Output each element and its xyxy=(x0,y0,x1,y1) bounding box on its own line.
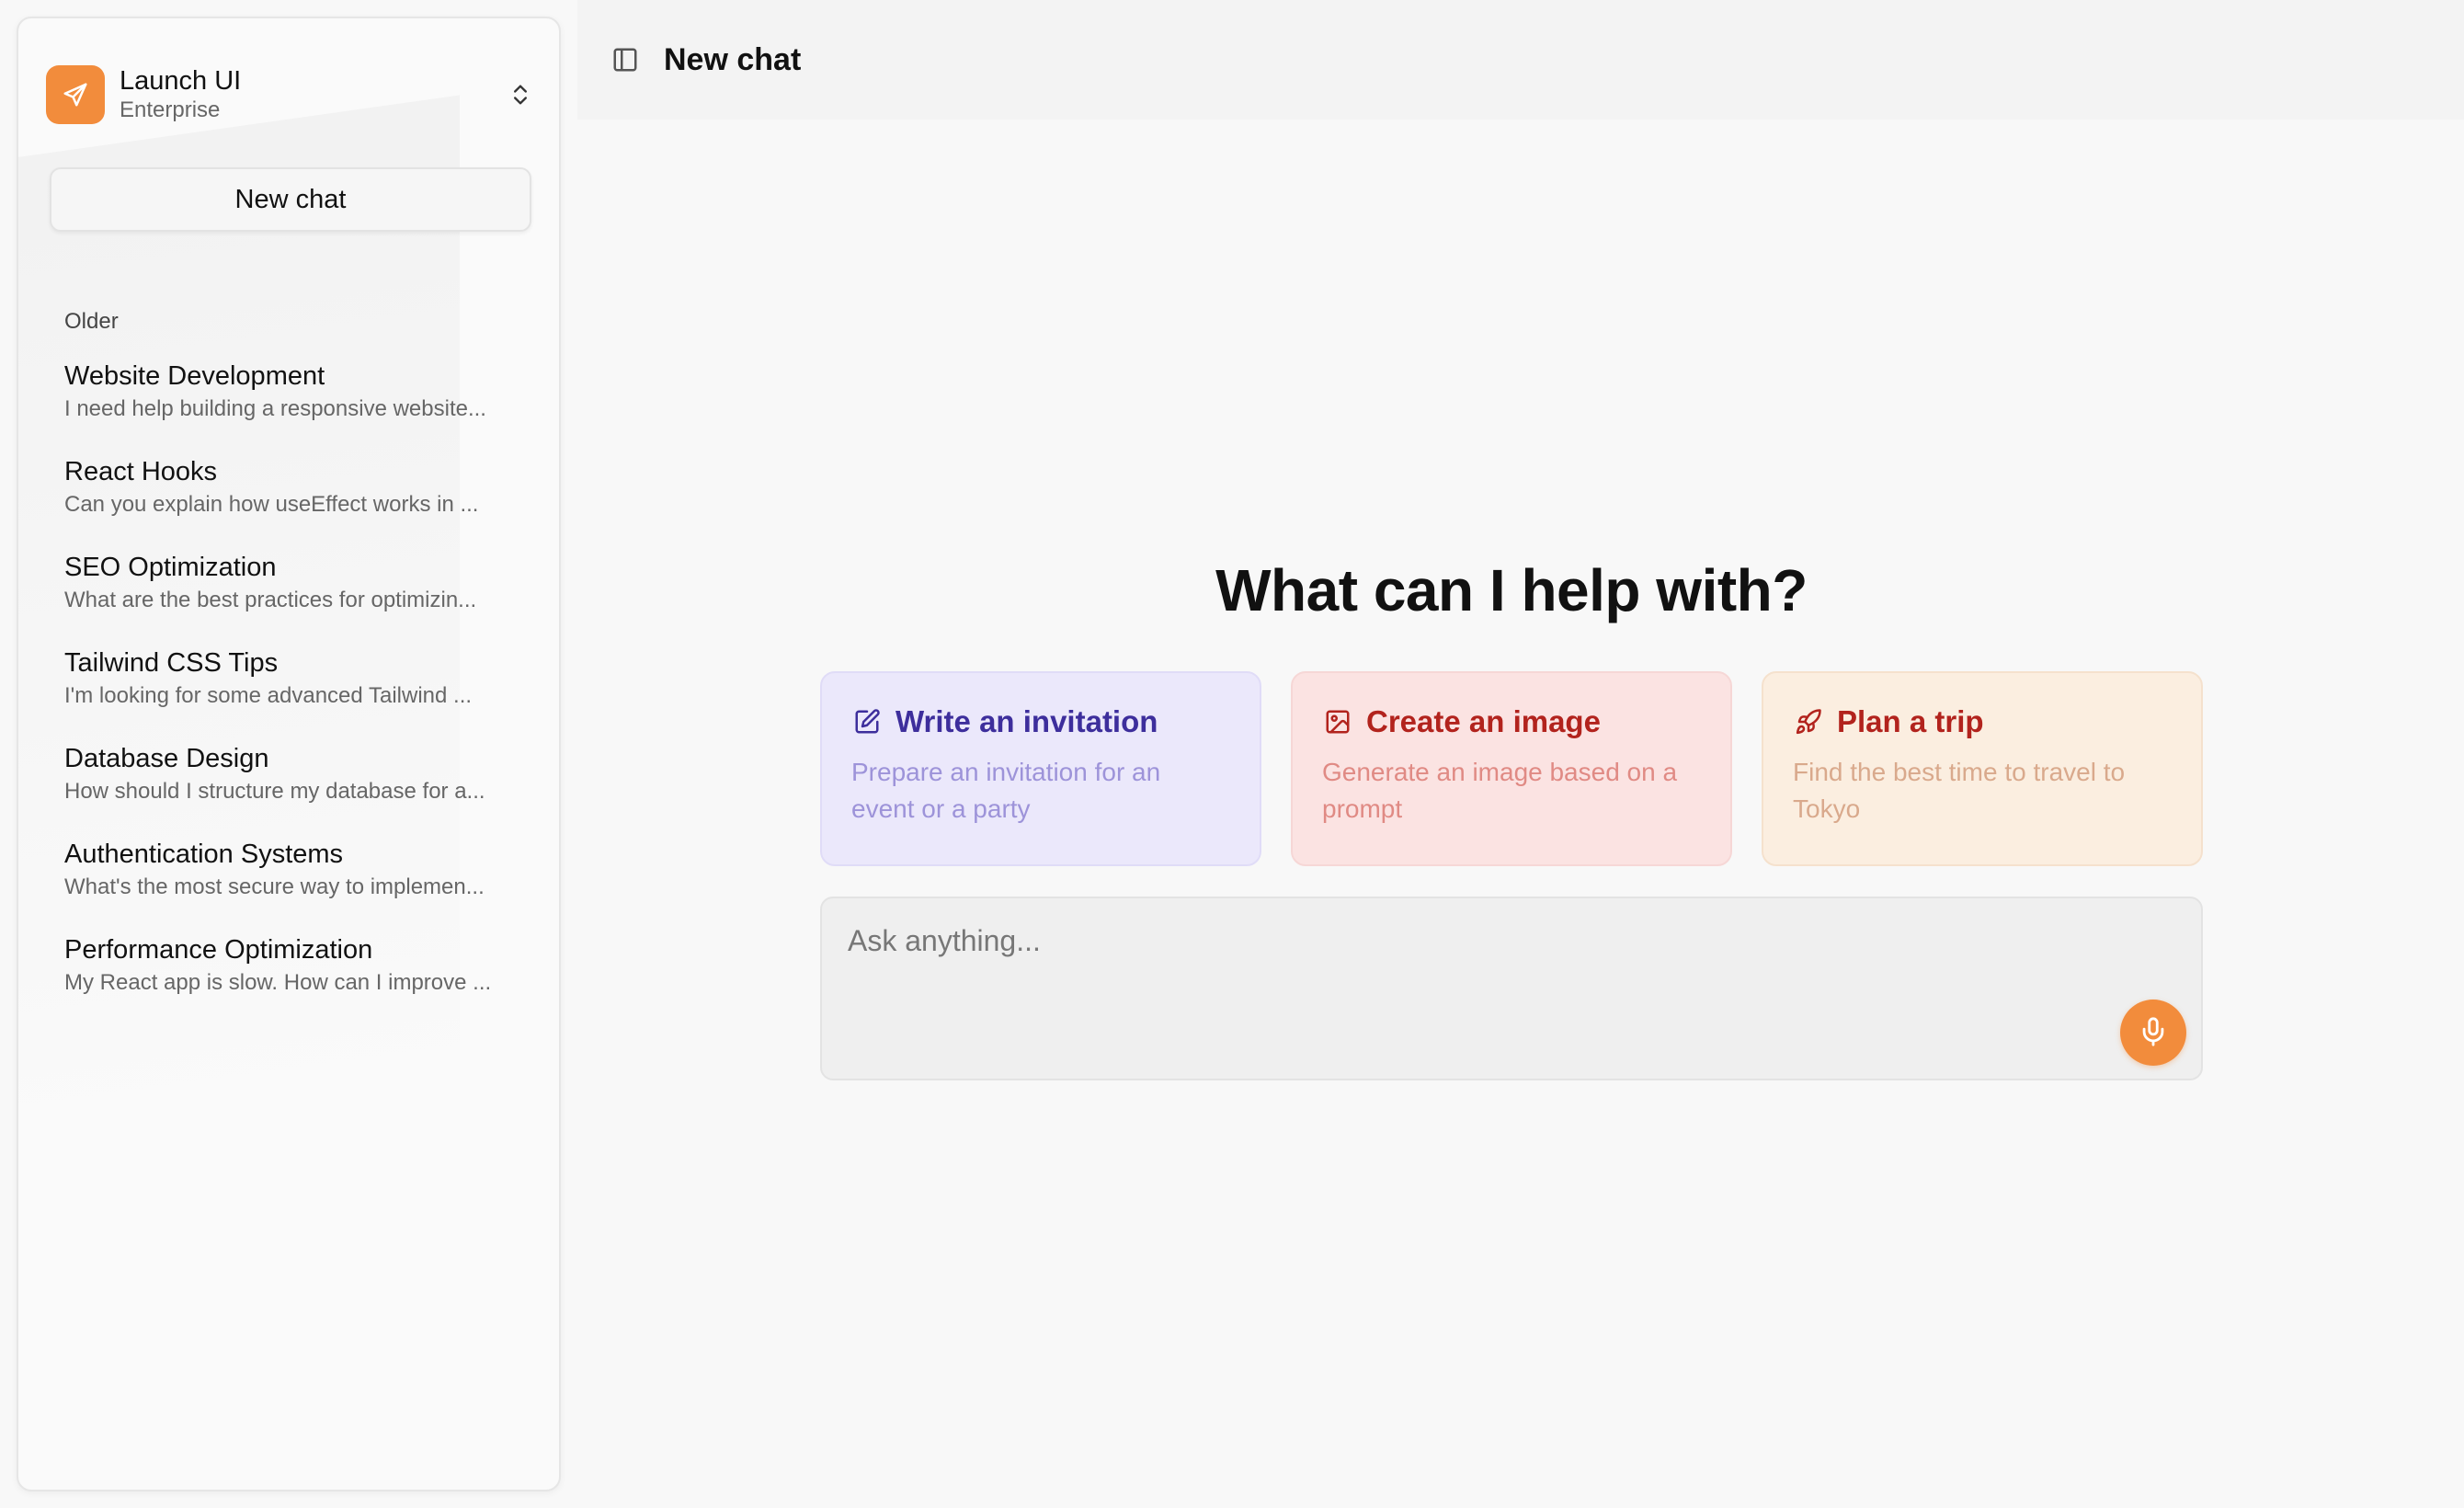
chat-history-item[interactable]: Database Design How should I structure m… xyxy=(64,741,542,837)
chat-history-item[interactable]: SEO Optimization What are the best pract… xyxy=(64,550,542,645)
chevrons-up-down-icon xyxy=(508,82,533,108)
card-header: Plan a trip xyxy=(1793,704,2172,739)
paper-plane-icon xyxy=(46,65,105,124)
edit-icon xyxy=(851,706,883,737)
microphone-button[interactable] xyxy=(2120,1000,2186,1066)
sidebar: Launch UI Enterprise New chat Older Webs… xyxy=(17,17,561,1491)
card-description: Generate an image based on a prompt xyxy=(1322,758,1678,823)
suggestion-card-create-image[interactable]: Create an image Generate an image based … xyxy=(1291,671,1732,866)
welcome-heading: What can I help with? xyxy=(1215,557,1808,623)
chat-history-title: Performance Optimization xyxy=(64,935,373,965)
suggestion-card-write-invitation[interactable]: Write an invitation Prepare an invitatio… xyxy=(820,671,1261,866)
chat-history-title: Tailwind CSS Tips xyxy=(64,648,279,678)
chat-history-preview: I'm looking for some advanced Tailwind .… xyxy=(64,683,473,708)
chat-history-preview: What's the most secure way to implemen..… xyxy=(64,874,485,899)
chat-history-title: React Hooks xyxy=(64,457,218,486)
team-plan: Enterprise xyxy=(120,97,221,122)
chat-history-preview: What are the best practices for optimizi… xyxy=(64,588,477,612)
card-title: Write an invitation xyxy=(895,704,1158,738)
panel-left-icon[interactable] xyxy=(605,40,645,80)
chat-history-title: Database Design xyxy=(64,744,269,773)
message-composer xyxy=(820,897,2203,1080)
top-bar: New chat xyxy=(577,0,2464,120)
team-switcher[interactable]: Launch UI Enterprise xyxy=(46,44,542,145)
chat-history-preview: Can you explain how useEffect works in .… xyxy=(64,492,479,517)
chat-history-item[interactable]: React Hooks Can you explain how useEffec… xyxy=(64,454,542,550)
new-chat-button[interactable]: New chat xyxy=(50,167,531,232)
card-description: Prepare an invitation for an event or a … xyxy=(851,758,1161,823)
chat-history-list: Website Development I need help building… xyxy=(64,359,542,1028)
chat-history-title: Website Development xyxy=(64,361,325,391)
chat-history-preview: How should I structure my database for a… xyxy=(64,779,485,804)
team-name: Launch UI xyxy=(120,66,242,96)
message-input[interactable] xyxy=(846,922,2041,977)
card-title: Plan a trip xyxy=(1837,704,1984,738)
suggestion-card-plan-trip[interactable]: Plan a trip Find the best time to travel… xyxy=(1762,671,2203,866)
app-root: Launch UI Enterprise New chat Older Webs… xyxy=(0,0,2464,1508)
card-description: Find the best time to travel to Tokyo xyxy=(1793,758,2126,823)
card-header: Create an image xyxy=(1322,704,1701,739)
chat-history-preview: I need help building a responsive websit… xyxy=(64,396,486,421)
chat-history-title: SEO Optimization xyxy=(64,553,277,582)
chat-history-item[interactable]: Authentication Systems What's the most s… xyxy=(64,837,542,932)
suggestion-cards: Write an invitation Prepare an invitatio… xyxy=(820,671,2203,866)
chat-history-preview: My React app is slow. How can I improve … xyxy=(64,970,492,995)
card-title: Create an image xyxy=(1366,704,1601,738)
card-header: Write an invitation xyxy=(851,704,1230,739)
chat-history-item[interactable]: Performance Optimization My React app is… xyxy=(64,932,542,1028)
image-icon xyxy=(1322,706,1353,737)
team-info: Launch UI Enterprise xyxy=(120,65,241,124)
chat-history-item[interactable]: Website Development I need help building… xyxy=(64,359,542,454)
history-group-label: Older xyxy=(64,309,119,334)
microphone-icon xyxy=(2138,1016,2169,1050)
chat-history-item[interactable]: Tailwind CSS Tips I'm looking for some a… xyxy=(64,645,542,741)
page-title: New chat xyxy=(664,41,802,77)
rocket-icon xyxy=(1793,706,1824,737)
chat-history-title: Authentication Systems xyxy=(64,840,344,869)
